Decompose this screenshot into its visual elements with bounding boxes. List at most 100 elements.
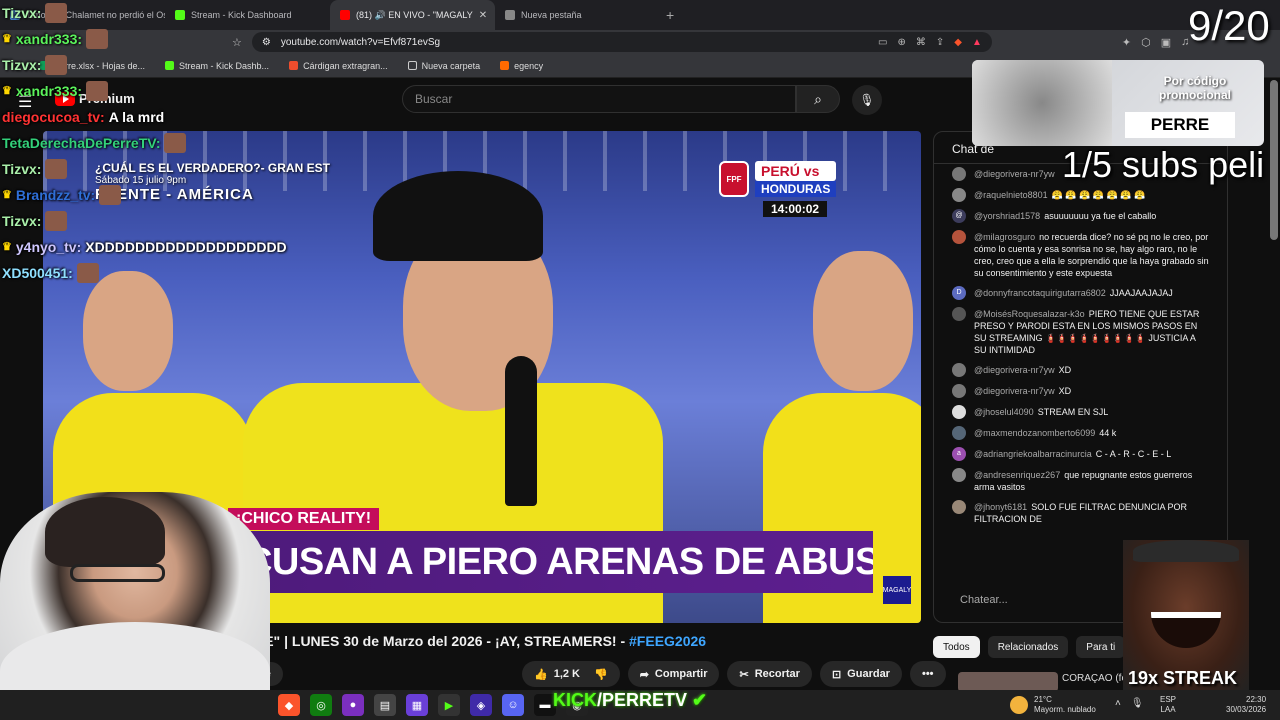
chat-avatar[interactable]: @: [952, 209, 966, 223]
url-field[interactable]: ⚙ youtube.com/watch?v=Efvf871evSg ▭ ⊕ ⌘ …: [251, 32, 992, 52]
xbox-icon[interactable]: ◎: [310, 694, 332, 716]
kick-app-icon[interactable]: ▶: [438, 694, 460, 716]
search-button[interactable]: ⌕: [796, 85, 840, 113]
chat-text: 44 k: [1099, 428, 1117, 438]
promo-product-image: [972, 60, 1112, 146]
clock-date: 30/03/2026: [1226, 705, 1267, 714]
weather-widget[interactable]: 21°C Mayorm. nublado: [1010, 695, 1096, 715]
chat-text: STREAM EN SJL: [1037, 407, 1109, 417]
extension-icon[interactable]: ✦: [1122, 36, 1131, 49]
chat-username[interactable]: @adriangriekoalbarracinurcia: [974, 449, 1092, 459]
brave-rewards-icon[interactable]: ▲: [972, 37, 982, 48]
chat-avatar[interactable]: [952, 167, 966, 181]
browser-tab-3-active[interactable]: (81) 🔊 EN VIVO - "MAGALY ✕: [330, 0, 495, 30]
chat-avatar[interactable]: [952, 468, 966, 482]
brave-icon[interactable]: ◆: [278, 694, 300, 716]
chat-avatar[interactable]: [952, 363, 966, 377]
chat-message-body: @donnyfrancotaquirigutarra6802 JJAAJAAJAJ…: [974, 287, 1173, 300]
chip-for-you[interactable]: Para ti: [1076, 636, 1126, 658]
address-tools: ▭ ⊕ ⌘ ⇪ ◆ ▲: [878, 37, 982, 48]
chat-username[interactable]: @MoisésRoquesalazar-k3o: [974, 309, 1085, 319]
bookmark-item[interactable]: egency: [500, 61, 543, 71]
more-button[interactable]: •••: [909, 661, 946, 687]
chip-related[interactable]: Relacionados: [987, 636, 1069, 658]
thumbs-down-icon[interactable]: 👎: [594, 668, 608, 681]
like-button[interactable]: 👍 1,2 K 👎: [522, 661, 620, 687]
chat-text: asuuuuuuu ya fue el caballo: [1044, 211, 1157, 221]
bookmark-label: Nueva carpeta: [421, 60, 481, 71]
overlay-chat-line: ♛ xandr333:: [2, 26, 287, 52]
share-button[interactable]: ➦ Compartir: [627, 661, 720, 687]
system-tray: ˄ 🎙: [1115, 698, 1144, 709]
chat-username[interactable]: @raquelnieto8801: [974, 190, 1048, 200]
app-icon[interactable]: ◈: [470, 694, 492, 716]
chat-avatar[interactable]: D: [952, 286, 966, 300]
chat-username[interactable]: @donnyfrancotaquirigutarra6802: [974, 288, 1106, 298]
chat-message-body: @milagrosguro no recuerda dice? no sé pq …: [974, 231, 1209, 279]
app-icon[interactable]: ●: [342, 694, 364, 716]
grid-app-icon[interactable]: ▦: [406, 694, 428, 716]
taskbar-clock[interactable]: 22:30 30/03/2026: [1226, 695, 1266, 715]
brave-shield-icon[interactable]: ◆: [954, 37, 962, 48]
chat-username[interactable]: @diegorivera-nr7yw: [974, 365, 1055, 375]
chat-avatar[interactable]: [952, 307, 966, 321]
cast-icon[interactable]: ▭: [878, 37, 887, 48]
clock-time: 22:30: [1246, 695, 1267, 704]
mic-icon: 🎙: [859, 93, 875, 107]
close-tab-icon[interactable]: ✕: [479, 10, 487, 21]
save-button[interactable]: ⊡ Guardar: [819, 661, 902, 687]
chat-username[interactable]: @jhoselul4090: [974, 407, 1034, 417]
chat-username[interactable]: @andresenriquez267: [974, 470, 1060, 480]
new-tab-button[interactable]: +: [666, 7, 674, 23]
video-hashtag[interactable]: #FEEG2026: [629, 633, 706, 649]
clip-label: Recortar: [754, 668, 800, 680]
chat-avatar[interactable]: [952, 500, 966, 514]
voice-search-button[interactable]: 🎙: [852, 85, 882, 115]
share-icon[interactable]: ⇪: [936, 37, 944, 48]
emote-icon: [76, 263, 99, 283]
mic-tray-icon[interactable]: 🎙: [1131, 698, 1144, 709]
crown-badge-icon: ♛: [2, 241, 12, 253]
weather-icon: [1010, 696, 1028, 714]
chat-avatar[interactable]: [952, 405, 966, 419]
page-scrollbar[interactable]: [1270, 80, 1278, 240]
chat-username[interactable]: @milagrosguro: [974, 232, 1035, 242]
app-icon[interactable]: ▤: [374, 694, 396, 716]
extension-icon[interactable]: ▣: [1161, 36, 1171, 49]
discord-icon[interactable]: ☺: [502, 694, 524, 716]
overlay-chat-line: Tizvx:: [2, 0, 287, 26]
overlay-chat-name: Tizvx:: [2, 5, 42, 21]
chat-message-body: @andresenriquez267 que repugnante estos g…: [974, 469, 1209, 493]
search-input[interactable]: Buscar: [402, 85, 796, 113]
chip-all[interactable]: Todos: [933, 636, 980, 658]
chat-username[interactable]: @diegorivera-nr7yw: [974, 386, 1055, 396]
clip-button[interactable]: ✂ Recortar: [727, 661, 812, 687]
chevron-up-icon[interactable]: ˄: [1115, 698, 1121, 709]
chat-username[interactable]: @jhonyt6181: [974, 502, 1027, 512]
language-indicator[interactable]: ESP LAA: [1160, 695, 1176, 715]
chat-message-body: @MoisésRoquesalazar-k3o PIERO TIENE QUE E…: [974, 308, 1209, 356]
related-video-title[interactable]: CORAÇAO (fea: [1062, 673, 1133, 684]
chat-avatar[interactable]: [952, 188, 966, 202]
extension-icon[interactable]: ⬡: [1141, 36, 1151, 49]
translate-icon[interactable]: ⌘: [916, 37, 926, 48]
verified-check-icon: ✔: [692, 690, 708, 710]
chat-input[interactable]: Chatear...: [944, 588, 1144, 614]
related-video-thumbnail[interactable]: [958, 672, 1058, 692]
browser-tab-4[interactable]: Nueva pestaña: [495, 0, 660, 30]
chat-avatar[interactable]: a: [952, 447, 966, 461]
bookmark-item[interactable]: Cárdigan extragran...: [289, 61, 388, 71]
chat-username[interactable]: @maxmendozanomberto6099: [974, 428, 1095, 438]
chat-avatar[interactable]: [952, 426, 966, 440]
kick-channel-name: /PERRETV: [597, 690, 688, 710]
chat-message-body: @diegorivera-nr7yw XD: [974, 364, 1071, 377]
bookmark-folder[interactable]: Nueva carpeta: [407, 60, 481, 71]
zoom-icon[interactable]: ⊕: [897, 37, 905, 48]
chat-username[interactable]: @diegorivera-nr7yw: [974, 169, 1055, 179]
chat-username[interactable]: @yorshriad1578: [974, 211, 1040, 221]
chat-avatar[interactable]: [952, 384, 966, 398]
tab-label: Nueva pestaña: [521, 10, 582, 20]
chat-message: @jhonyt6181 SOLO FUE FILTRAC DENUNCIA POR…: [952, 500, 1209, 525]
chat-avatar[interactable]: [952, 230, 966, 244]
like-count: 1,2 K: [553, 668, 580, 680]
